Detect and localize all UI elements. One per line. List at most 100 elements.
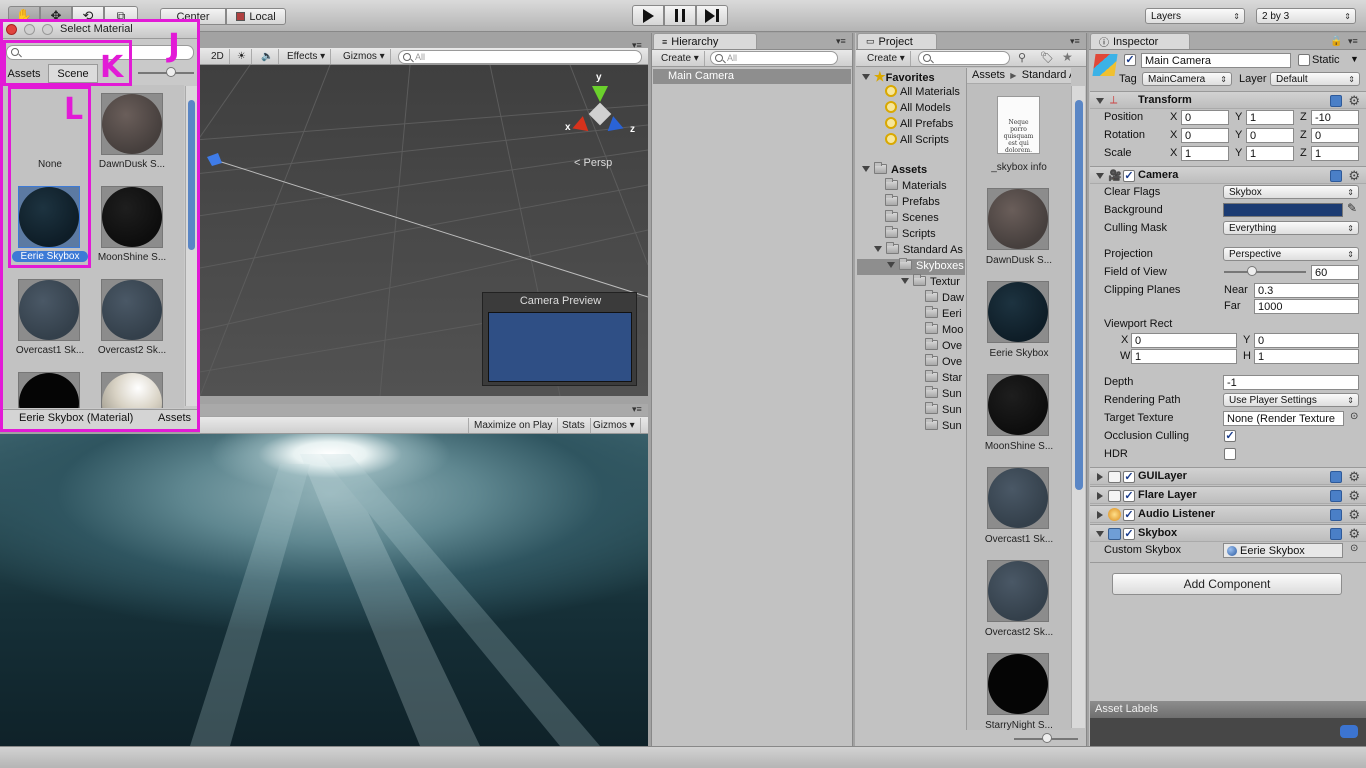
scale-y-field[interactable]: 1 [1246,146,1294,161]
layout-dropdown[interactable]: 2 by 3 [1256,8,1356,24]
fov-field[interactable]: 60 [1311,265,1359,280]
gear-icon[interactable]: ⚙ [1348,469,1360,485]
rotation-x-field[interactable]: 0 [1181,128,1229,143]
object-picker-icon[interactable]: ⊙ [1350,543,1358,554]
game-menu-icon[interactable]: ▾≡ [632,404,642,415]
culling-mask-dropdown[interactable]: Everything [1223,221,1359,235]
position-z-field[interactable]: -10 [1311,110,1359,125]
maximize-on-play-toggle[interactable]: Maximize on Play [468,418,559,433]
effects-dropdown[interactable]: Effects ▾ [282,49,332,64]
game-gizmos-dropdown[interactable]: Gizmos ▾ [588,418,641,433]
viewport-y-field[interactable]: 0 [1254,333,1359,348]
gear-icon[interactable]: ⚙ [1348,168,1360,184]
target-texture-field[interactable]: None (Render Texture [1223,411,1344,426]
project-search-input[interactable] [918,51,1010,65]
layer-dropdown[interactable]: Default [1270,72,1360,86]
help-icon[interactable] [1330,490,1342,502]
scale-z-field[interactable]: 1 [1311,146,1359,161]
tab-project[interactable]: ▭ Project [857,33,937,49]
gear-icon[interactable]: ⚙ [1348,526,1360,542]
favorite-all-prefabs[interactable]: All Prefabs [885,117,953,130]
asset-thumb-dawndusk[interactable] [987,188,1049,250]
hierarchy-create-dropdown[interactable]: Create ▾ [656,51,705,66]
folder-textures[interactable]: Textur [901,274,960,288]
help-icon[interactable] [1330,95,1342,107]
breadcrumb-standard-assets[interactable]: Standard A [1022,69,1071,81]
project-grid-scroll-thumb[interactable] [1075,100,1083,490]
audio-listener-enabled-checkbox[interactable]: ✓ [1123,509,1135,521]
gear-icon[interactable]: ⚙ [1348,488,1360,504]
scene-gizmos-dropdown[interactable]: Gizmos ▾ [338,49,391,64]
rendering-path-dropdown[interactable]: Use Player Settings [1223,393,1359,407]
viewport-h-field[interactable]: 1 [1254,349,1359,364]
eyedropper-icon[interactable]: ✎ [1347,201,1357,215]
project-create-dropdown[interactable]: Create ▾ [862,51,911,66]
help-icon[interactable] [1330,170,1342,182]
texture-folder[interactable]: Star [925,370,962,384]
viewport-x-field[interactable]: 0 [1131,333,1237,348]
assets-folder[interactable]: Assets [862,162,927,176]
add-component-button[interactable]: Add Component [1112,573,1342,595]
guilayer-enabled-checkbox[interactable]: ✓ [1123,471,1135,483]
camera-header[interactable]: 🎥 ✓ Camera ⚙ [1090,166,1366,184]
scene-menu-icon[interactable]: ▾≡ [632,40,642,51]
search-by-type-icon[interactable]: ⚲ [1018,51,1026,64]
pivot-local-button[interactable]: Local [226,8,286,25]
hierarchy-search-input[interactable]: All [710,51,838,65]
gizmo-z-cone[interactable] [607,116,627,136]
gizmo-center-cube[interactable] [588,102,612,126]
folder-prefabs[interactable]: Prefabs [885,194,940,208]
pause-button[interactable] [664,5,696,26]
flare-layer-header[interactable]: ✓ Flare Layer ⚙ [1090,486,1366,504]
gizmo-x-cone[interactable] [569,116,589,136]
gameobject-name-field[interactable]: Main Camera [1141,53,1291,68]
folder-materials[interactable]: Materials [885,178,947,192]
transform-header[interactable]: ⟂ Transform ⚙ [1090,91,1366,109]
label-tag-icon[interactable] [1340,725,1358,738]
fov-slider-track[interactable] [1224,271,1306,273]
gameobject-active-checkbox[interactable]: ✓ [1124,54,1136,66]
layers-dropdown[interactable]: Layers [1145,8,1245,24]
project-menu-icon[interactable]: ▾≡ [1070,36,1080,47]
help-icon[interactable] [1330,528,1342,540]
skybox-enabled-checkbox[interactable]: ✓ [1123,528,1135,540]
texture-folder[interactable]: Sun [925,418,962,432]
texture-folder[interactable]: Eeri [925,306,962,320]
background-color-swatch[interactable] [1223,203,1343,217]
help-icon[interactable] [1330,509,1342,521]
projection-dropdown[interactable]: Perspective [1223,247,1359,261]
orientation-gizmo[interactable]: y x z [565,72,636,144]
texture-folder[interactable]: Ove [925,354,962,368]
flare-layer-enabled-checkbox[interactable]: ✓ [1123,490,1135,502]
rotation-y-field[interactable]: 0 [1246,128,1294,143]
project-zoom-slider-handle[interactable] [1042,733,1052,743]
scale-x-field[interactable]: 1 [1181,146,1229,161]
persp-label[interactable]: < Persp [574,157,612,169]
favorite-star-icon[interactable]: ★ [1062,50,1073,64]
folder-scenes[interactable]: Scenes [885,210,939,224]
2d-toggle[interactable]: 2D [206,49,230,64]
gear-icon[interactable]: ⚙ [1348,93,1360,109]
depth-field[interactable]: -1 [1223,375,1359,390]
texture-folder[interactable]: Moo [925,322,963,336]
asset-thumb-starrynight[interactable] [987,653,1049,715]
favorites-header[interactable]: ★Favorites [862,69,935,85]
search-by-label-icon[interactable]: 🏷 [1040,51,1054,64]
position-x-field[interactable]: 0 [1181,110,1229,125]
gear-icon[interactable]: ⚙ [1348,507,1360,523]
fov-slider-handle[interactable] [1247,266,1257,276]
occlusion-culling-checkbox[interactable]: ✓ [1224,430,1236,442]
object-picker-icon[interactable]: ⊙ [1350,411,1358,422]
asset-thumb-overcast2[interactable] [987,560,1049,622]
stats-toggle[interactable]: Stats [557,418,591,433]
inspector-menu-icon[interactable]: ▾≡ [1348,36,1358,47]
favorite-all-materials[interactable]: All Materials [885,85,960,98]
help-icon[interactable] [1330,471,1342,483]
static-dropdown-icon[interactable]: ▼ [1350,54,1359,64]
camera-enabled-checkbox[interactable]: ✓ [1123,170,1135,182]
texture-folder[interactable]: Ove [925,338,962,352]
asset-thumb-moonshine[interactable] [987,374,1049,436]
near-field[interactable]: 0.3 [1254,283,1359,298]
breadcrumb-assets[interactable]: Assets [972,69,1005,81]
hierarchy-menu-icon[interactable]: ▾≡ [836,36,846,47]
